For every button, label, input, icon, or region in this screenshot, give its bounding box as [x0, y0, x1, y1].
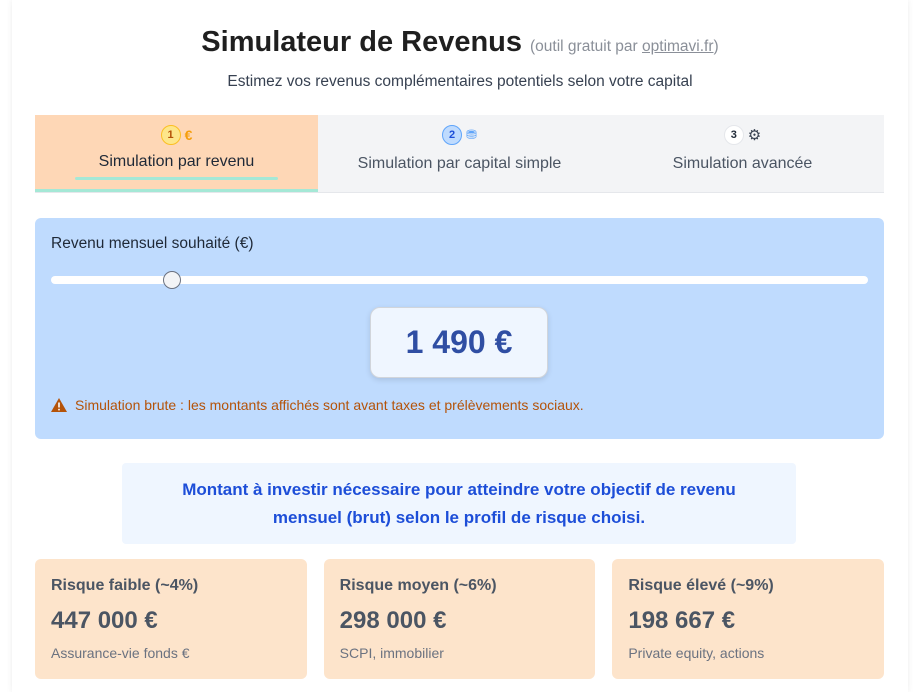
tab-label: Simulation par revenu: [98, 153, 255, 170]
simulation-tabs: 1 € Simulation par revenu 2 ⛃ Simulation…: [35, 115, 884, 193]
card-amount: 198 667 €: [628, 607, 736, 634]
title-row: Simulateur de Revenus (outil gratuit par…: [12, 26, 908, 59]
risk-card-high: Risque élevé (~9%) 198 667 € Private equ…: [612, 559, 885, 679]
euro-icon: €: [184, 127, 193, 143]
active-tab-underline: [75, 177, 278, 180]
step-3-badge: 3: [723, 125, 744, 145]
card-title: Risque élevé (~9%): [628, 577, 774, 594]
optimavi-link[interactable]: optimavi.fr: [642, 38, 714, 55]
header: Simulateur de Revenus (outil gratuit par…: [12, 0, 908, 91]
warning-text: Simulation brute : les montants affichés…: [75, 397, 584, 413]
source-note-suffix: ): [713, 38, 719, 55]
card-title: Risque moyen (~6%): [339, 577, 497, 594]
tax-warning: Simulation brute : les montants affichés…: [51, 397, 584, 413]
slider-label: Revenu mensuel souhaité (€): [51, 235, 254, 252]
tab-label: Simulation par capital simple: [357, 155, 562, 172]
risk-card-medium: Risque moyen (~6%) 298 000 € SCPI, immob…: [323, 559, 596, 679]
card-amount: 298 000 €: [339, 607, 447, 634]
coins-icon: ⛃: [466, 127, 477, 142]
card-description: Private equity, actions: [628, 645, 765, 661]
income-slider-panel: Revenu mensuel souhaité (€) 1 490 € Simu…: [35, 218, 884, 439]
warning-icon: [51, 398, 67, 412]
card-amount: 447 000 €: [51, 607, 158, 634]
tab-simulation-par-capital-simple[interactable]: 2 ⛃ Simulation par capital simple: [318, 115, 601, 192]
source-note-prefix: (outil gratuit par: [530, 38, 643, 55]
source-note: (outil gratuit par optimavi.fr): [530, 38, 719, 56]
gears-icon: ⚙: [747, 127, 762, 144]
tab-label: Simulation avancée: [672, 155, 813, 172]
card-description: Assurance-vie fonds €: [51, 645, 190, 661]
tab-simulation-par-revenu[interactable]: 1 € Simulation par revenu: [35, 115, 318, 192]
risk-cards: Risque faible (~4%) 447 000 € Assurance-…: [35, 559, 885, 679]
page-title: Simulateur de Revenus: [201, 26, 523, 58]
step-2-badge: 2: [442, 125, 463, 145]
card-description: SCPI, immobilier: [339, 645, 444, 661]
income-value-display: 1 490 €: [370, 307, 548, 378]
simulator-container: Simulateur de Revenus (outil gratuit par…: [12, 0, 908, 692]
step-1-badge: 1: [160, 125, 181, 145]
risk-card-low: Risque faible (~4%) 447 000 € Assurance-…: [35, 559, 307, 679]
tagline: Estimez vos revenus complémentaires pote…: [227, 73, 693, 90]
investment-info: Montant à investir nécessaire pour attei…: [122, 463, 796, 544]
card-title: Risque faible (~4%): [51, 577, 199, 594]
tab-simulation-avancee[interactable]: 3 ⚙ Simulation avancée: [601, 115, 884, 192]
income-slider-thumb[interactable]: [162, 271, 181, 289]
